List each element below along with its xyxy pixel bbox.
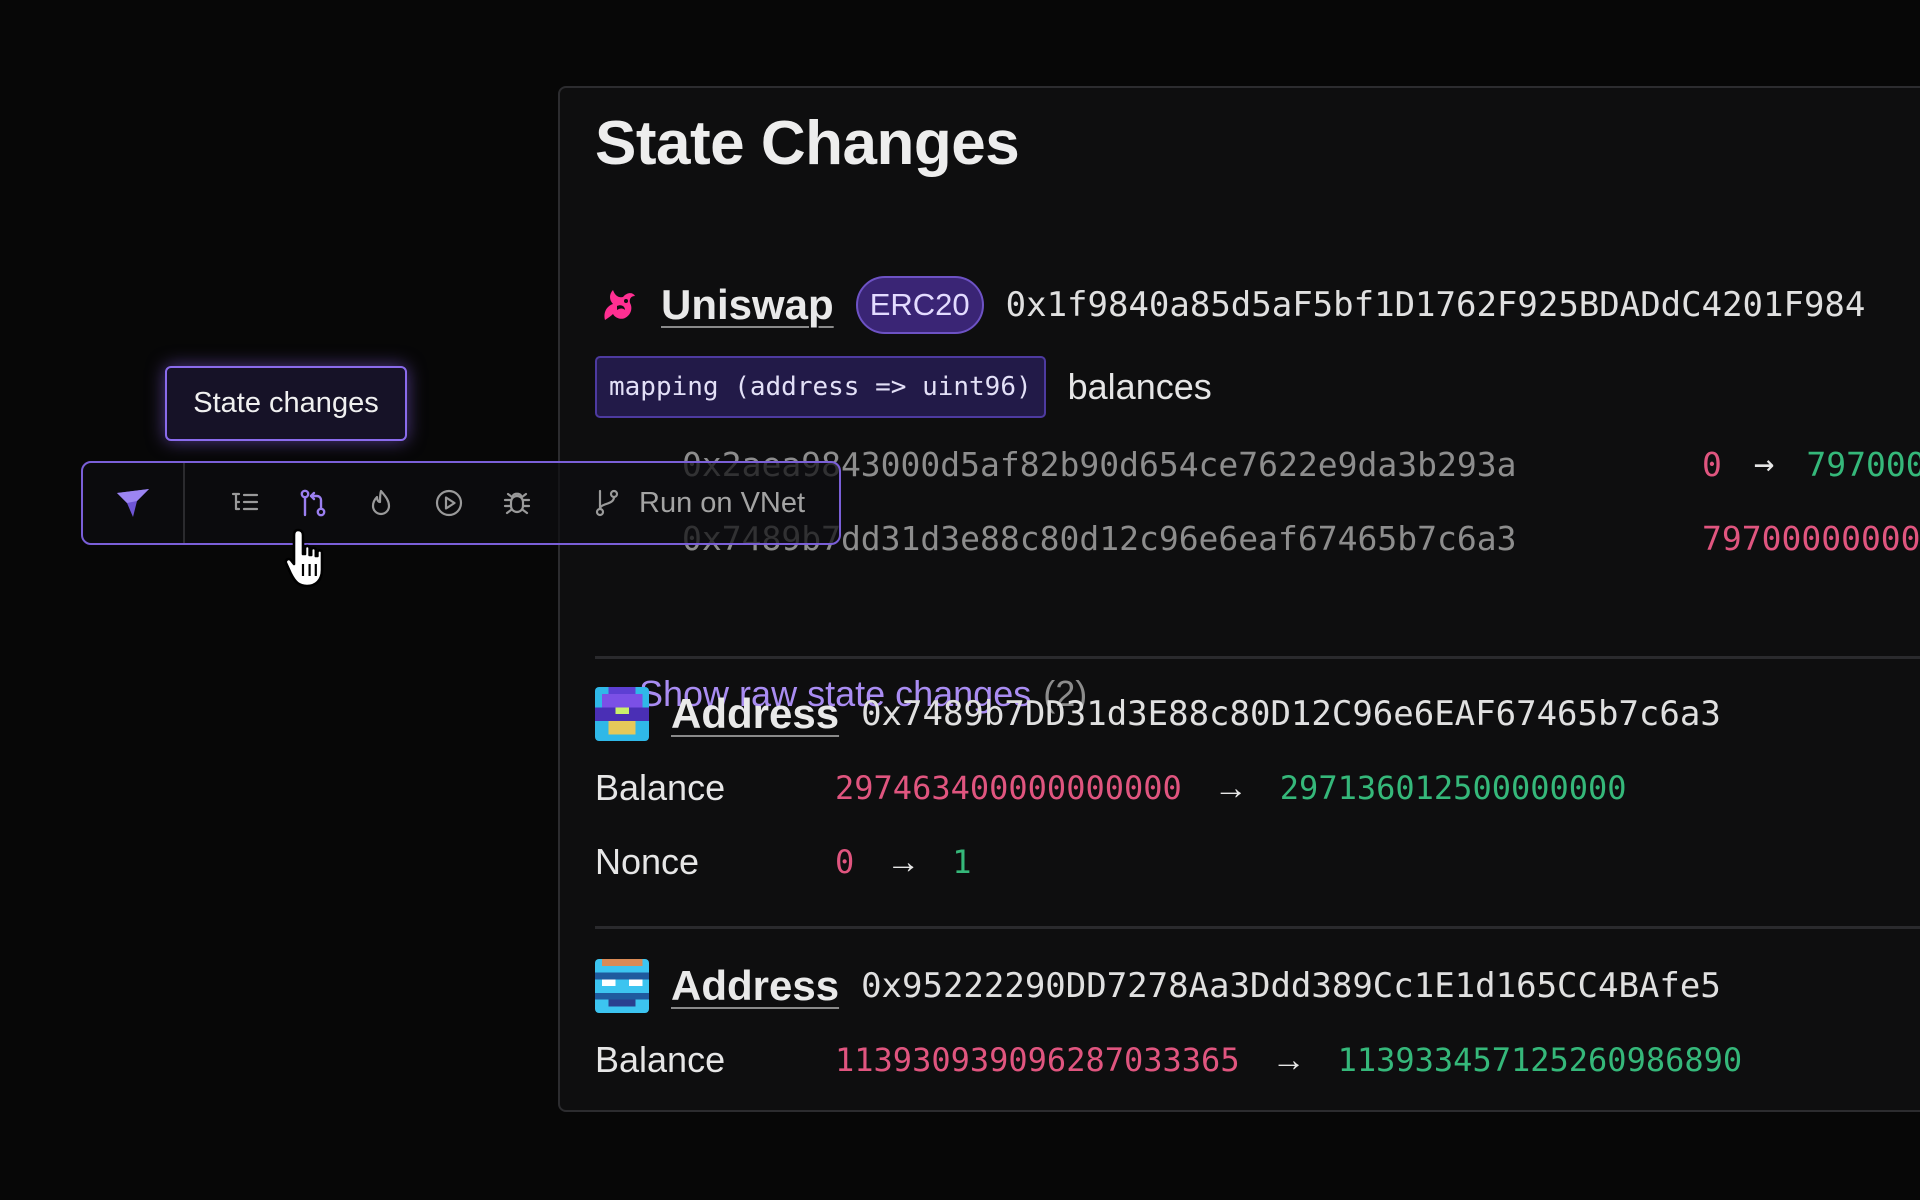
section-divider [595,656,1920,659]
old-value: 297463400000000000 [835,769,1182,807]
contract-header: Uniswap ERC20 0x1f9840a85d5aF5bf1D1762F9… [595,272,1865,338]
arrow-right-icon: → [886,842,921,881]
mapping-variable-name: balances [1067,366,1212,407]
uniswap-unicorn-icon [604,290,635,320]
gas-profiler-button[interactable] [347,463,415,543]
contract-name-link[interactable]: Uniswap [661,281,834,329]
tenderly-logo-icon [117,489,149,517]
nonce-row: Nonce 0 → 1 [595,834,972,890]
new-value: 797000 [1806,444,1920,484]
tenderly-logo-button[interactable] [83,463,185,543]
old-value: 797000000000 [1702,518,1920,558]
address-header: Address 0x95222290DD7278Aa3Ddd389Cc1E1d1… [595,956,1721,1016]
address-link[interactable]: Address [671,690,839,738]
state-changes-tooltip: State changes [165,366,407,441]
page-title: State Changes [595,109,1020,178]
call-trace-button[interactable] [211,463,279,543]
mapping-row: 0x2aea9843000d5af82b90d654ce7622e9da3b29… [682,436,1920,492]
address-link[interactable]: Address [671,962,839,1010]
debugger-button[interactable] [483,463,551,543]
address-value: 0x7489b7DD31d3E88c80D12C96e6EAF67465b7c6… [861,694,1721,734]
contract-address: 0x1f9840a85d5aF5bf1D1762F925BDADdC4201F9… [1005,285,1866,325]
run-on-vnet-label: Run on VNet [639,486,806,519]
simulate-play-icon [435,489,463,517]
arrow-right-icon: → [1213,768,1248,807]
state-changes-panel: State Changes Uniswap ERC20 0x1f9840a85d… [558,86,1920,1112]
new-value: 297136012500000000 [1279,769,1627,807]
arrow-right-icon: → [1271,1040,1306,1079]
avatar [595,959,649,1013]
mapping-header: mapping (address => uint96) balances [595,356,1212,418]
run-on-vnet-button[interactable]: Run on VNet [591,463,805,543]
address-value: 0x95222290DD7278Aa3Ddd389Cc1E1d165CC4BAf… [861,966,1721,1006]
balance-row: Balance 113930939096287033365 → 11393345… [595,1032,1742,1088]
balance-label: Balance [595,767,726,808]
git-fork-icon [595,489,619,517]
state-changes-icon [300,489,326,517]
gas-profiler-icon [371,489,391,516]
section-divider [595,926,1920,929]
address-header: Address 0x7489b7DD31d3E88c80D12C96e6EAF6… [595,684,1721,744]
mapping-row: 0x7489b7dd31d3e88c80d12c96e6eaf67465b7c6… [682,510,1920,566]
debugger-bug-icon [503,492,531,515]
simulate-button[interactable] [415,463,483,543]
mapping-type-badge: mapping (address => uint96) [595,356,1046,418]
new-value: 113933457125260986890 [1337,1041,1743,1079]
avatar [595,687,649,741]
new-value: 1 [952,843,972,881]
call-trace-icon [231,492,259,511]
nonce-label: Nonce [595,841,700,882]
arrow-right-icon: → [1753,444,1775,484]
balance-label: Balance [595,1039,726,1080]
hand-pointer-cursor-icon [284,528,324,588]
old-value: 0 [1702,444,1722,484]
old-value: 0 [835,843,855,881]
token-standard-badge: ERC20 [855,276,984,334]
balance-row: Balance 297463400000000000 → 29713601250… [595,760,1627,816]
floating-toolbar: Run on VNet [81,461,841,545]
old-value: 113930939096287033365 [835,1041,1240,1079]
